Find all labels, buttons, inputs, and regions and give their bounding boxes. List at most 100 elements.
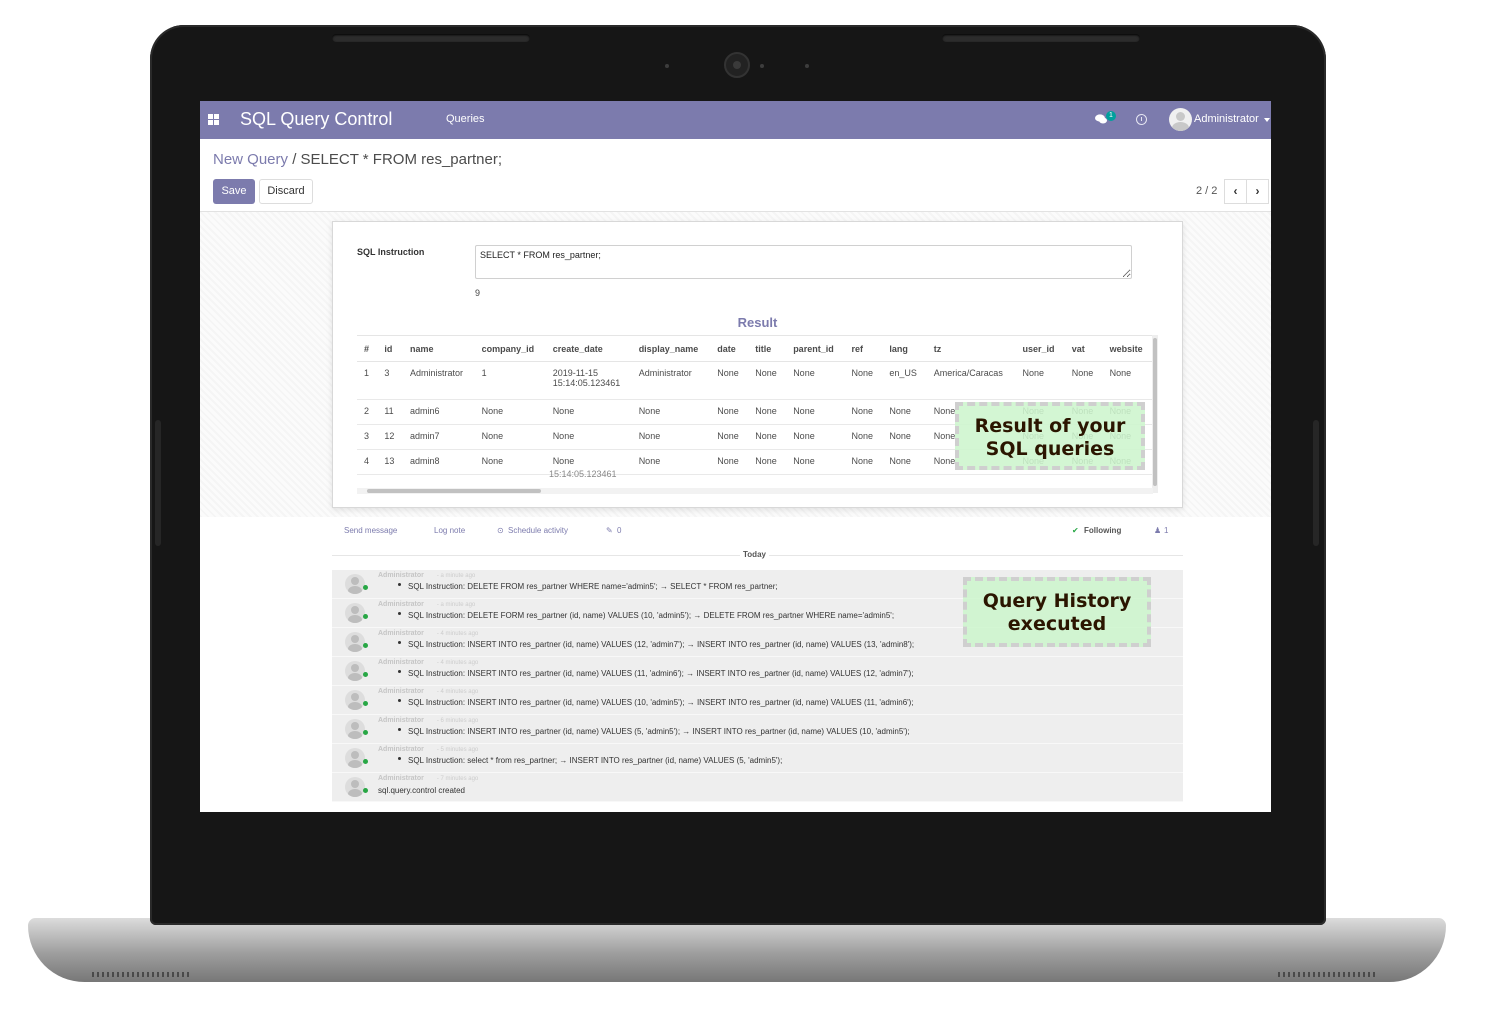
paperclip-icon[interactable]: ✎: [606, 526, 613, 535]
callout-history-text: Query History executed: [982, 590, 1132, 635]
schedule-activity-button[interactable]: Schedule activity: [508, 526, 568, 535]
message-time: - 5 minutes ago: [436, 747, 479, 753]
message-item: Administrator - 5 minutes ago SQL Instruct…: [332, 744, 1183, 773]
callout-result-text: Result of your SQL queries: [974, 415, 1126, 460]
follower-count[interactable]: 1: [1164, 526, 1168, 535]
author-avatar[interactable]: [345, 603, 365, 623]
table-cell: None: [786, 449, 845, 475]
author-avatar[interactable]: [345, 632, 365, 652]
message-time: - 4 minutes ago: [436, 660, 479, 666]
author-avatar[interactable]: [345, 719, 365, 739]
table-cell: None: [844, 424, 883, 450]
column-header: display_name: [631, 335, 711, 362]
table-cell: 1: [474, 361, 546, 400]
save-button[interactable]: Save: [213, 179, 255, 204]
log-note-button[interactable]: Log note: [434, 526, 465, 535]
table-cell: 12: [377, 424, 403, 450]
online-status-icon: [363, 730, 368, 735]
webcam: [724, 52, 750, 78]
pager-previous-button[interactable]: ‹: [1224, 179, 1247, 204]
message-author[interactable]: Administrator: [378, 688, 424, 695]
table-cell: None: [545, 399, 632, 425]
bullet-icon: [398, 757, 401, 760]
follower-icon[interactable]: ♟: [1154, 526, 1161, 535]
message-time: - 7 minutes ago: [436, 776, 479, 782]
table-cell: Administrator: [402, 361, 475, 400]
message-author[interactable]: Administrator: [378, 746, 424, 753]
message-time: - a minute ago: [436, 573, 476, 579]
table-cell: None: [474, 399, 546, 425]
table-cell: None: [844, 399, 883, 425]
message-author[interactable]: Administrator: [378, 572, 424, 579]
user-avatar[interactable]: [1169, 108, 1192, 131]
column-header: ref: [844, 335, 883, 362]
result-vertical-scrollbar[interactable]: [1152, 335, 1158, 493]
author-avatar[interactable]: [345, 777, 365, 797]
column-header: #: [357, 335, 378, 362]
bullet-icon: [398, 583, 401, 586]
camera-sensor-right: [805, 64, 809, 68]
attachment-count[interactable]: 0: [617, 526, 621, 535]
table-cell: America/Caracas: [926, 361, 1016, 400]
online-status-icon: [363, 701, 368, 706]
result-horizontal-scrollbar[interactable]: [357, 488, 1153, 494]
send-message-button[interactable]: Send message: [344, 526, 397, 535]
message-author[interactable]: Administrator: [378, 601, 424, 608]
chevron-down-icon[interactable]: [1264, 118, 1270, 122]
menu-queries[interactable]: Queries: [446, 113, 485, 125]
activity-clock-icon[interactable]: [1136, 114, 1147, 125]
table-cell: None: [474, 449, 546, 475]
message-body: SQL Instruction: INSERT INTO res_partner…: [408, 669, 914, 678]
table-cell: None: [786, 361, 845, 400]
table-row[interactable]: 1 3 Administrator 1 2019-11-15 15:14:05.1234…: [357, 361, 1153, 400]
breadcrumb-separator: /: [292, 151, 297, 168]
online-status-icon: [363, 614, 368, 619]
bezel-speaker-right: [942, 34, 1140, 42]
table-cell: None: [710, 424, 749, 450]
table-cell: None: [710, 399, 749, 425]
pager-value[interactable]: 2 / 2: [1196, 185, 1217, 197]
check-icon: ✔: [1072, 526, 1079, 535]
author-avatar[interactable]: [345, 661, 365, 681]
online-status-icon: [363, 788, 368, 793]
following-button[interactable]: Following: [1084, 526, 1121, 535]
table-cell: admin8: [402, 449, 475, 475]
breadcrumb: New Query / SELECT * FROM res_partner;: [213, 151, 502, 168]
message-author[interactable]: Administrator: [378, 717, 424, 724]
author-avatar[interactable]: [345, 574, 365, 594]
table-cell: 2019-11-15 15:14:05.123461: [545, 361, 632, 400]
bezel-speaker-left: [332, 34, 530, 42]
sql-instruction-input[interactable]: SELECT * FROM res_partner;: [475, 245, 1132, 279]
message-body: SQL Instruction: INSERT INTO res_partner…: [408, 640, 915, 649]
camera-sensor-left: [665, 64, 669, 68]
column-header: name: [402, 335, 475, 362]
column-header: id: [377, 335, 403, 362]
table-cell: None: [844, 449, 883, 475]
callout-result: Result of your SQL queries: [955, 402, 1145, 470]
discard-button[interactable]: Discard: [259, 179, 313, 204]
message-author[interactable]: Administrator: [378, 775, 424, 782]
table-cell: None: [474, 424, 546, 450]
table-cell: None: [1102, 361, 1153, 400]
table-cell: None: [545, 424, 632, 450]
author-avatar[interactable]: [345, 748, 365, 768]
date-separator-label: Today: [740, 550, 769, 559]
author-avatar[interactable]: [345, 690, 365, 710]
table-cell: None: [786, 399, 845, 425]
column-header: title: [748, 335, 787, 362]
table-cell: None: [882, 424, 927, 450]
message-author[interactable]: Administrator: [378, 659, 424, 666]
pager-next-button[interactable]: ›: [1246, 179, 1269, 204]
message-time: - a minute ago: [436, 602, 476, 608]
message-author[interactable]: Administrator: [378, 630, 424, 637]
message-time: - 6 minutes ago: [436, 718, 479, 724]
message-body: sql.query.control created: [378, 786, 466, 795]
user-menu[interactable]: Administrator: [1194, 113, 1259, 125]
apps-menu-icon[interactable]: [208, 114, 219, 125]
bullet-icon: [398, 728, 401, 731]
message-item: Administrator - 4 minutes ago SQL Instruct…: [332, 657, 1183, 686]
message-item: Administrator - 4 minutes ago SQL Instruct…: [332, 686, 1183, 715]
control-panel: New Query / SELECT * FROM res_partner; S…: [200, 139, 1271, 212]
breadcrumb-link-new-query[interactable]: New Query: [213, 151, 288, 168]
message-body: SQL Instruction: DELETE FROM res_partner…: [408, 582, 778, 591]
